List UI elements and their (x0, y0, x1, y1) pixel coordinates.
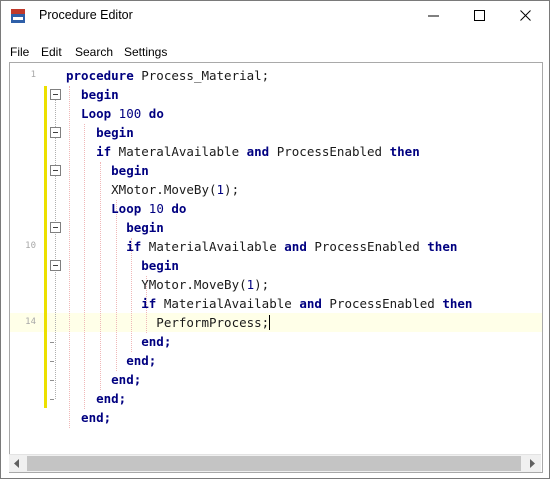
keyword-token: begin (66, 163, 149, 178)
code-line[interactable]: PerformProcess; (66, 313, 472, 332)
text-caret (269, 315, 271, 330)
identifier-token: ); (254, 277, 270, 292)
minimize-icon (428, 15, 439, 17)
maximize-icon (474, 10, 485, 21)
fold-toggle-icon[interactable] (50, 127, 61, 138)
code-editor[interactable]: 1 10 14 procedure Process_Material; begi… (9, 62, 543, 473)
keyword-token: begin (66, 125, 134, 140)
keyword-token: and (284, 239, 307, 254)
code-line[interactable]: begin (66, 85, 472, 104)
code-line[interactable]: YMotor.MoveBy(1); (66, 275, 472, 294)
fold-end-marker (50, 380, 54, 381)
identifier-token: ProcessEnabled (269, 144, 390, 159)
keyword-token: begin (66, 220, 164, 235)
identifier-token: ); (224, 182, 240, 197)
keyword-token: if (66, 144, 112, 159)
keyword-token: and (246, 144, 270, 159)
keyword-token: end; (66, 353, 157, 368)
code-line[interactable] (66, 427, 472, 446)
scrollbar-thumb[interactable] (27, 456, 521, 471)
identifier-token: XMotor.MoveBy( (66, 182, 217, 197)
code-text[interactable]: procedure Process_Material; begin Loop 1… (66, 66, 472, 446)
keyword-token: do (171, 201, 187, 216)
title-bar[interactable]: Procedure Editor (1, 1, 549, 31)
minimize-button[interactable] (411, 1, 457, 31)
number-token: 100 (111, 106, 149, 121)
keyword-token: if (66, 239, 142, 254)
app-icon (10, 8, 26, 24)
identifier-token: ProcessEnabled (321, 296, 443, 311)
fold-guide-line (55, 99, 56, 399)
menu-settings[interactable]: Settings (124, 45, 167, 59)
fold-toggle-icon[interactable] (50, 222, 61, 233)
keyword-token: then (427, 239, 458, 254)
keyword-token: then (442, 296, 473, 311)
code-line[interactable]: end; (66, 408, 472, 427)
number-token: 1 (216, 182, 225, 197)
fold-toggle-icon[interactable] (50, 260, 61, 271)
keyword-token: Loop (66, 106, 112, 121)
code-line[interactable]: Loop 10 do (66, 199, 472, 218)
scroll-left-icon (14, 459, 19, 468)
scroll-left-button[interactable] (9, 455, 26, 472)
identifier-token: MaterialAvailable (141, 239, 285, 254)
code-line[interactable]: if MaterialAvailable and ProcessEnabled … (66, 294, 472, 313)
maximize-button[interactable] (457, 1, 503, 31)
code-line[interactable]: if MateralAvailable and ProcessEnabled t… (66, 142, 472, 161)
fold-toggle-icon[interactable] (50, 89, 61, 100)
menu-bar: File Edit Search Settings (1, 41, 549, 61)
code-line[interactable]: begin (66, 123, 472, 142)
close-icon (520, 10, 531, 21)
keyword-token: and (299, 296, 322, 311)
line-number-10: 10 (25, 241, 36, 251)
keyword-token: end; (66, 372, 142, 387)
code-line[interactable]: if MaterialAvailable and ProcessEnabled … (66, 237, 472, 256)
code-line[interactable]: begin (66, 256, 472, 275)
procedure-editor-window: Procedure Editor File Edit Search Settin… (0, 0, 550, 479)
modified-lines-bar (44, 86, 47, 408)
identifier-token: MateralAvailable (111, 144, 247, 159)
scroll-right-button[interactable] (524, 455, 541, 472)
identifier-token: Process_Material; (133, 68, 270, 83)
keyword-token: procedure (66, 68, 134, 83)
keyword-token: then (389, 144, 420, 159)
fold-end-marker (50, 342, 54, 343)
keyword-token: begin (66, 258, 179, 273)
scroll-right-icon (530, 459, 535, 468)
keyword-token: end; (66, 410, 112, 425)
code-line[interactable]: procedure Process_Material; (66, 66, 472, 85)
fold-end-marker (50, 361, 54, 362)
keyword-token: if (66, 296, 157, 311)
menu-search[interactable]: Search (75, 45, 113, 59)
code-line[interactable]: XMotor.MoveBy(1); (66, 180, 472, 199)
keyword-token: end; (66, 391, 127, 406)
keyword-token: do (148, 106, 164, 121)
code-line[interactable]: begin (66, 161, 472, 180)
code-line[interactable]: Loop 100 do (66, 104, 472, 123)
code-line[interactable]: end; (66, 332, 472, 351)
keyword-token: end; (66, 334, 172, 349)
identifier-token: ProcessEnabled (306, 239, 428, 254)
window-title: Procedure Editor (39, 8, 133, 22)
identifier-token: MaterialAvailable (156, 296, 300, 311)
line-number-14: 14 (25, 317, 36, 327)
keyword-token: Loop (66, 201, 142, 216)
close-button[interactable] (503, 1, 549, 31)
code-line[interactable]: end; (66, 389, 472, 408)
number-token: 10 (141, 201, 172, 216)
fold-toggle-icon[interactable] (50, 165, 61, 176)
identifier-token: PerformProcess; (66, 315, 270, 330)
code-line[interactable]: begin (66, 218, 472, 237)
code-line[interactable]: end; (66, 370, 472, 389)
menu-file[interactable]: File (10, 45, 29, 59)
fold-end-marker (50, 399, 54, 400)
identifier-token: YMotor.MoveBy( (66, 277, 247, 292)
horizontal-scrollbar[interactable] (9, 454, 541, 472)
line-number-1: 1 (30, 70, 36, 80)
keyword-token: begin (66, 87, 119, 102)
menu-edit[interactable]: Edit (41, 45, 62, 59)
code-line[interactable]: end; (66, 351, 472, 370)
